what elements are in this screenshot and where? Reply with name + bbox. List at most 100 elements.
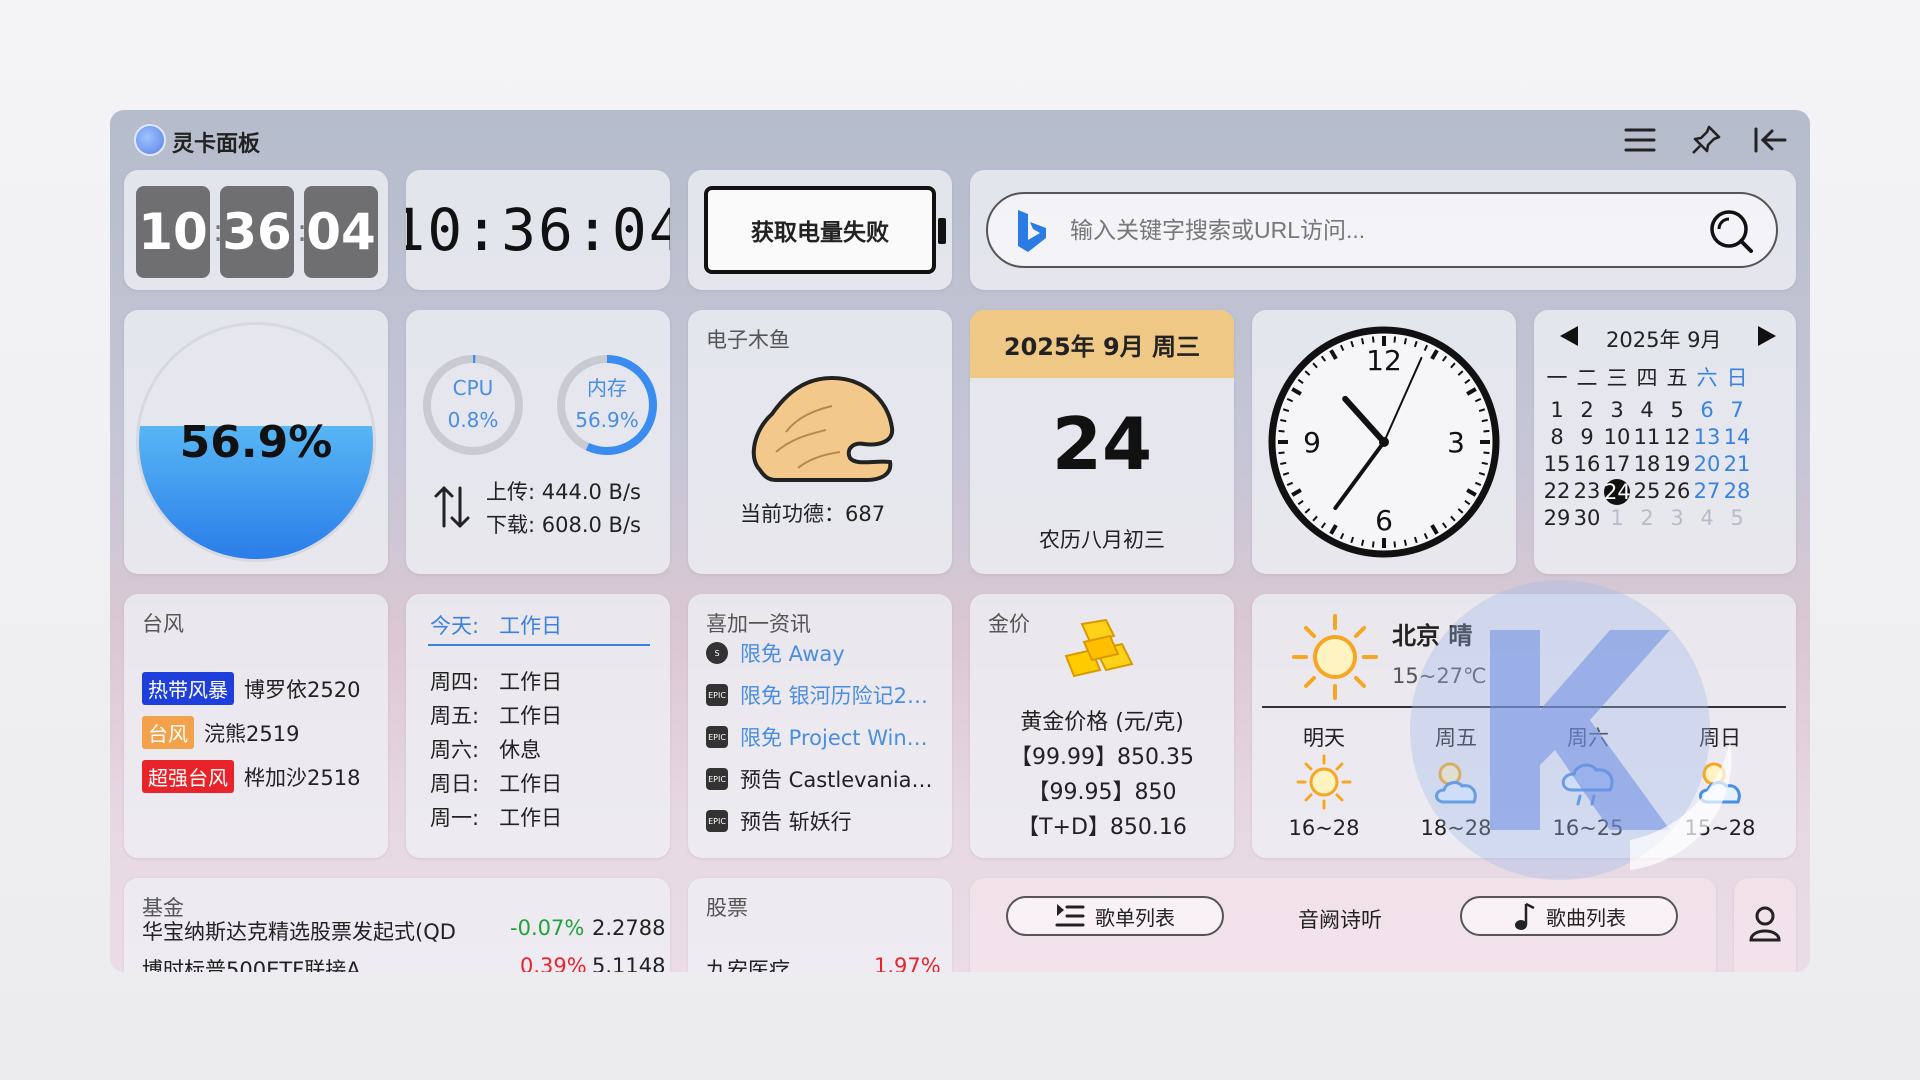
fund-row[interactable]: 华宝纳斯达克精选股票发起式(QD -0.07% 2.2788 <box>142 916 665 946</box>
typhoon-name: 博罗依2520 <box>244 678 361 702</box>
playlist-label: 歌单列表 <box>1095 905 1175 930</box>
calendar-day[interactable]: 4 <box>1692 506 1722 530</box>
playlist-button[interactable]: 歌单列表 <box>1006 896 1224 936</box>
calendar-day[interactable]: 8 <box>1542 425 1572 449</box>
clock-tick <box>1280 418 1287 423</box>
calendar-day[interactable]: 16 <box>1572 452 1602 476</box>
clock-tick <box>1403 338 1408 345</box>
calendar-day[interactable]: 30 <box>1572 506 1602 530</box>
typhoon-item[interactable]: 超强台风 桦加沙2518 <box>142 760 360 793</box>
calendar-day[interactable]: 17 <box>1602 452 1632 476</box>
forecast-day: 周六 16~25 <box>1538 722 1638 840</box>
song-list-label: 歌曲列表 <box>1546 905 1626 930</box>
calendar-day[interactable]: 5 <box>1722 506 1752 530</box>
song-list-button[interactable]: 歌曲列表 <box>1460 896 1678 936</box>
typhoon-title: 台风 <box>142 612 184 636</box>
calendar-day[interactable]: 25 <box>1632 479 1662 503</box>
epic-games-icon: EPIC <box>706 810 728 832</box>
calendar-day[interactable]: 26 <box>1662 479 1692 503</box>
news-item[interactable]: EPIC 限免 银河历险记2… <box>706 680 928 710</box>
battery-card: 获取电量失败 <box>688 170 952 290</box>
calendar-day[interactable]: 7 <box>1722 398 1752 422</box>
forecast-day-label: 明天 <box>1303 726 1345 750</box>
news-item[interactable]: EPIC 预告 斩妖行 <box>706 806 852 836</box>
memory-label: 内存 <box>587 376 627 400</box>
calendar-day[interactable]: 29 <box>1542 506 1572 530</box>
calendar-day[interactable]: 19 <box>1662 452 1692 476</box>
bing-icon <box>1018 210 1046 252</box>
workday-item: 周四: 工作日 <box>430 670 563 694</box>
calendar-day[interactable]: 23 <box>1572 479 1602 503</box>
calendar-day[interactable]: 27 <box>1692 479 1722 503</box>
search-box <box>986 192 1778 268</box>
calendar-day[interactable]: 1 <box>1602 506 1632 530</box>
calendar-day[interactable]: 1 <box>1542 398 1572 422</box>
news-item[interactable]: EPIC 预告 Castlevania… <box>706 764 932 794</box>
gold-price-card: 金价 黄金价格 (元/克) 【99.99】850.35 【99.95】850 【… <box>970 594 1234 858</box>
search-icon[interactable] <box>1708 208 1754 254</box>
pin-icon[interactable] <box>1686 122 1726 158</box>
calendar-day[interactable]: 2 <box>1572 398 1602 422</box>
calendar-day[interactable]: 9 <box>1572 425 1602 449</box>
next-month-icon[interactable] <box>1756 324 1778 348</box>
prev-month-icon[interactable] <box>1558 324 1580 348</box>
calendar-day[interactable]: 11 <box>1632 425 1662 449</box>
clock-tick <box>1393 541 1397 548</box>
wooden-fish-icon[interactable] <box>746 372 896 484</box>
calendar-weekday: 二 <box>1576 366 1598 390</box>
menu-icon[interactable] <box>1620 122 1660 158</box>
calendar-day[interactable]: 20 <box>1692 452 1722 476</box>
calendar-day-today[interactable]: 24 <box>1604 479 1631 505</box>
flip-second: 04 <box>304 186 378 278</box>
stock-row[interactable]: 九安医疗 1.97% <box>706 954 941 972</box>
memory-value: 56.9% <box>575 408 639 432</box>
typhoon-item[interactable]: 台风 浣熊2519 <box>142 716 299 749</box>
calendar-day[interactable]: 5 <box>1662 398 1692 422</box>
news-item-text: 限免 Project Win… <box>740 726 928 750</box>
calendar-day[interactable]: 15 <box>1542 452 1572 476</box>
calendar-weekday: 三 <box>1606 366 1628 390</box>
calendar-day[interactable]: 12 <box>1662 425 1692 449</box>
forecast-day: 明天 16~28 <box>1274 722 1374 840</box>
gold-bars-icon <box>1064 618 1134 678</box>
user-card <box>1734 878 1796 972</box>
calendar-day[interactable]: 2 <box>1632 506 1662 530</box>
collapse-icon[interactable] <box>1750 122 1790 158</box>
calendar-day[interactable]: 4 <box>1632 398 1662 422</box>
calendar-day[interactable]: 13 <box>1692 425 1722 449</box>
flip-clock-card: 10 : 36 : 04 <box>124 170 388 290</box>
fund-value: 2.2788 <box>592 916 666 940</box>
calendar-day[interactable]: 28 <box>1722 479 1752 503</box>
stock-card: 股票 九安医疗 1.97% <box>688 878 952 972</box>
news-item[interactable]: S 限免 Away <box>706 638 845 668</box>
calendar-day[interactable]: 18 <box>1632 452 1662 476</box>
fund-row[interactable]: 博时标普500ETF联接A 0.39% 5.1148 <box>142 954 665 972</box>
calendar-day[interactable]: 3 <box>1602 398 1632 422</box>
calendar-day[interactable]: 6 <box>1692 398 1722 422</box>
weather-divider <box>1262 706 1786 708</box>
download-speed: 下载: 608.0 B/s <box>486 513 641 537</box>
epic-games-icon: EPIC <box>706 726 728 748</box>
workday-item: 周一: 工作日 <box>430 806 563 830</box>
news-item-text: 限免 Away <box>740 642 845 666</box>
calendar-weekday: 日 <box>1726 366 1748 390</box>
stock-change: 1.97% <box>874 954 941 972</box>
search-input[interactable] <box>1070 210 1690 250</box>
calendar-day[interactable]: 21 <box>1722 452 1752 476</box>
typhoon-badge: 台风 <box>142 716 194 749</box>
sun-icon <box>1296 754 1352 810</box>
typhoon-item[interactable]: 热带风暴 博罗依2520 <box>142 672 360 705</box>
battery-status: 获取电量失败 <box>704 186 936 274</box>
news-item[interactable]: EPIC 限免 Project Win… <box>706 722 928 752</box>
calendar-day[interactable]: 10 <box>1602 425 1632 449</box>
calendar-day[interactable]: 22 <box>1542 479 1572 503</box>
user-icon[interactable] <box>1748 906 1782 942</box>
calendar-day[interactable]: 3 <box>1662 506 1692 530</box>
dashboard-panel: 灵卡面板 10 : 36 : 04 10:36:04 获取电量失败 输入关键字搜… <box>110 110 1810 972</box>
music-note-icon <box>1515 902 1535 930</box>
typhoon-badge: 热带风暴 <box>142 672 234 705</box>
workday-item: 周五: 工作日 <box>430 704 563 728</box>
calendar-day[interactable]: 14 <box>1722 425 1752 449</box>
flip-minute: 36 <box>220 186 294 278</box>
wooden-fish-card: 电子木鱼 当前功德：687 <box>688 310 952 574</box>
